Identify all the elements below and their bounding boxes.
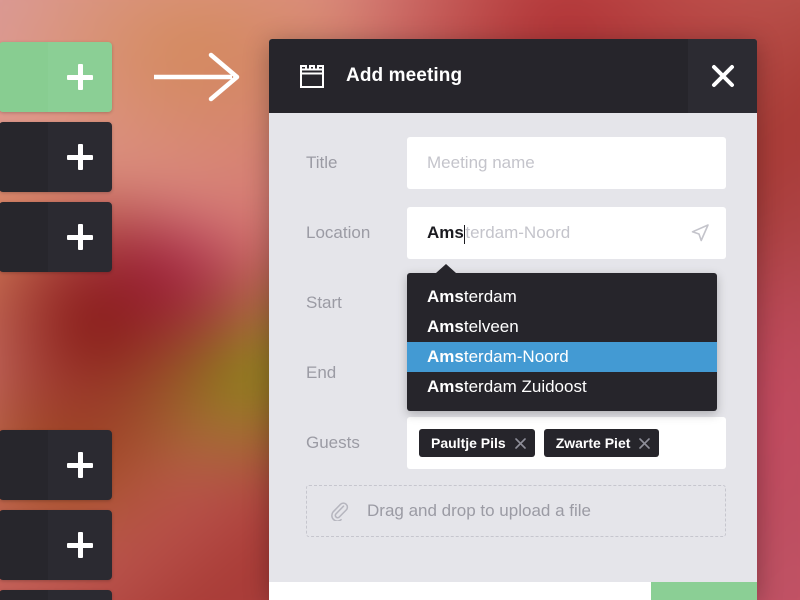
tile-left-half	[0, 42, 49, 112]
file-dropzone[interactable]: Drag and drop to upload a file	[306, 485, 726, 537]
tile-left-half	[0, 430, 49, 500]
add-tile-2[interactable]	[0, 202, 112, 272]
plus-icon	[67, 452, 94, 478]
autocomplete-item-1[interactable]: Ams telveen	[407, 312, 717, 342]
autocomplete-item-3[interactable]: Ams terdam Zuidoost	[407, 372, 717, 402]
tile-right-half	[48, 510, 112, 580]
navigate-icon[interactable]	[690, 223, 710, 243]
plus-icon	[67, 144, 94, 170]
guests-input[interactable]: Paultje Pils Zwarte Piet	[407, 417, 726, 469]
label-start: Start	[306, 293, 342, 312]
save-button[interactable]	[651, 582, 757, 600]
label-guests: Guests	[306, 433, 360, 452]
dropzone-label: Drag and drop to upload a file	[367, 501, 591, 520]
add-tile-3[interactable]	[0, 430, 112, 500]
page-title: Add meeting	[346, 65, 463, 86]
tile-left-half	[0, 202, 49, 272]
location-typed-text: Ams	[427, 223, 464, 242]
plus-icon	[67, 532, 94, 558]
tile-right-half	[48, 42, 112, 112]
location-autocomplete-dropdown[interactable]: Ams terdam Ams telveen Ams terdam-Noord Ams ter…	[407, 264, 717, 411]
add-tile-4[interactable]	[0, 510, 112, 580]
guest-chip-label: Zwarte Piet	[555, 435, 631, 451]
tile-right-half	[48, 590, 112, 600]
guest-chip-0[interactable]: Paultje Pils	[419, 429, 535, 457]
autocomplete-item-match: Ams	[427, 317, 464, 336]
title-placeholder: Meeting name	[427, 153, 535, 172]
add-tile-0[interactable]	[0, 42, 112, 112]
tile-right-half	[48, 202, 112, 272]
close-icon	[711, 65, 734, 87]
autocomplete-item-rest: terdam Zuidoost	[463, 377, 587, 396]
paperclip-icon	[331, 502, 349, 521]
autocomplete-item-match: Ams	[427, 347, 464, 366]
autocomplete-item-rest: terdam	[463, 287, 517, 306]
tile-right-half	[48, 430, 112, 500]
form-row-location: Location Ams terdam-Noord	[306, 205, 726, 261]
close-button[interactable]	[688, 39, 757, 113]
location-inline-suggestion: terdam-Noord	[465, 223, 571, 242]
label-end: End	[306, 363, 337, 382]
modal-header: Add meeting	[269, 39, 757, 113]
form-row-title: Title Meeting name	[306, 135, 726, 191]
label-title: Title	[306, 153, 338, 172]
tile-right-half	[48, 122, 112, 192]
modal-footer	[269, 582, 757, 600]
calendar-icon	[300, 65, 324, 88]
plus-icon	[67, 64, 94, 90]
plus-icon	[67, 224, 94, 250]
screen: Add meeting Title Meeting name Location …	[0, 0, 800, 600]
guest-chip-1[interactable]: Zwarte Piet	[543, 429, 660, 457]
footer-spacer	[269, 582, 651, 600]
tile-left-half	[0, 510, 49, 580]
autocomplete-item-rest: terdam-Noord	[463, 347, 569, 366]
tile-left-half	[0, 122, 49, 192]
autocomplete-item-0[interactable]: Ams terdam	[407, 282, 717, 312]
add-tile-1[interactable]	[0, 122, 112, 192]
tile-left-half	[0, 590, 49, 600]
close-icon[interactable]	[639, 437, 651, 449]
autocomplete-item-2[interactable]: Ams terdam-Noord	[407, 342, 717, 372]
add-meeting-modal: Add meeting Title Meeting name Location …	[269, 39, 757, 600]
add-tile-5[interactable]	[0, 590, 112, 600]
guest-chip-label: Paultje Pils	[431, 435, 506, 451]
autocomplete-item-match: Ams	[427, 287, 464, 306]
close-icon[interactable]	[514, 437, 526, 449]
location-input[interactable]: Ams terdam-Noord	[407, 207, 726, 259]
autocomplete-item-match: Ams	[427, 377, 464, 396]
form-row-guests: Guests Paultje Pils Zwarte Piet	[306, 415, 726, 471]
arrow-right-icon	[154, 52, 240, 102]
label-location: Location	[306, 223, 371, 242]
title-input[interactable]: Meeting name	[407, 137, 726, 189]
autocomplete-item-rest: telveen	[463, 317, 519, 336]
